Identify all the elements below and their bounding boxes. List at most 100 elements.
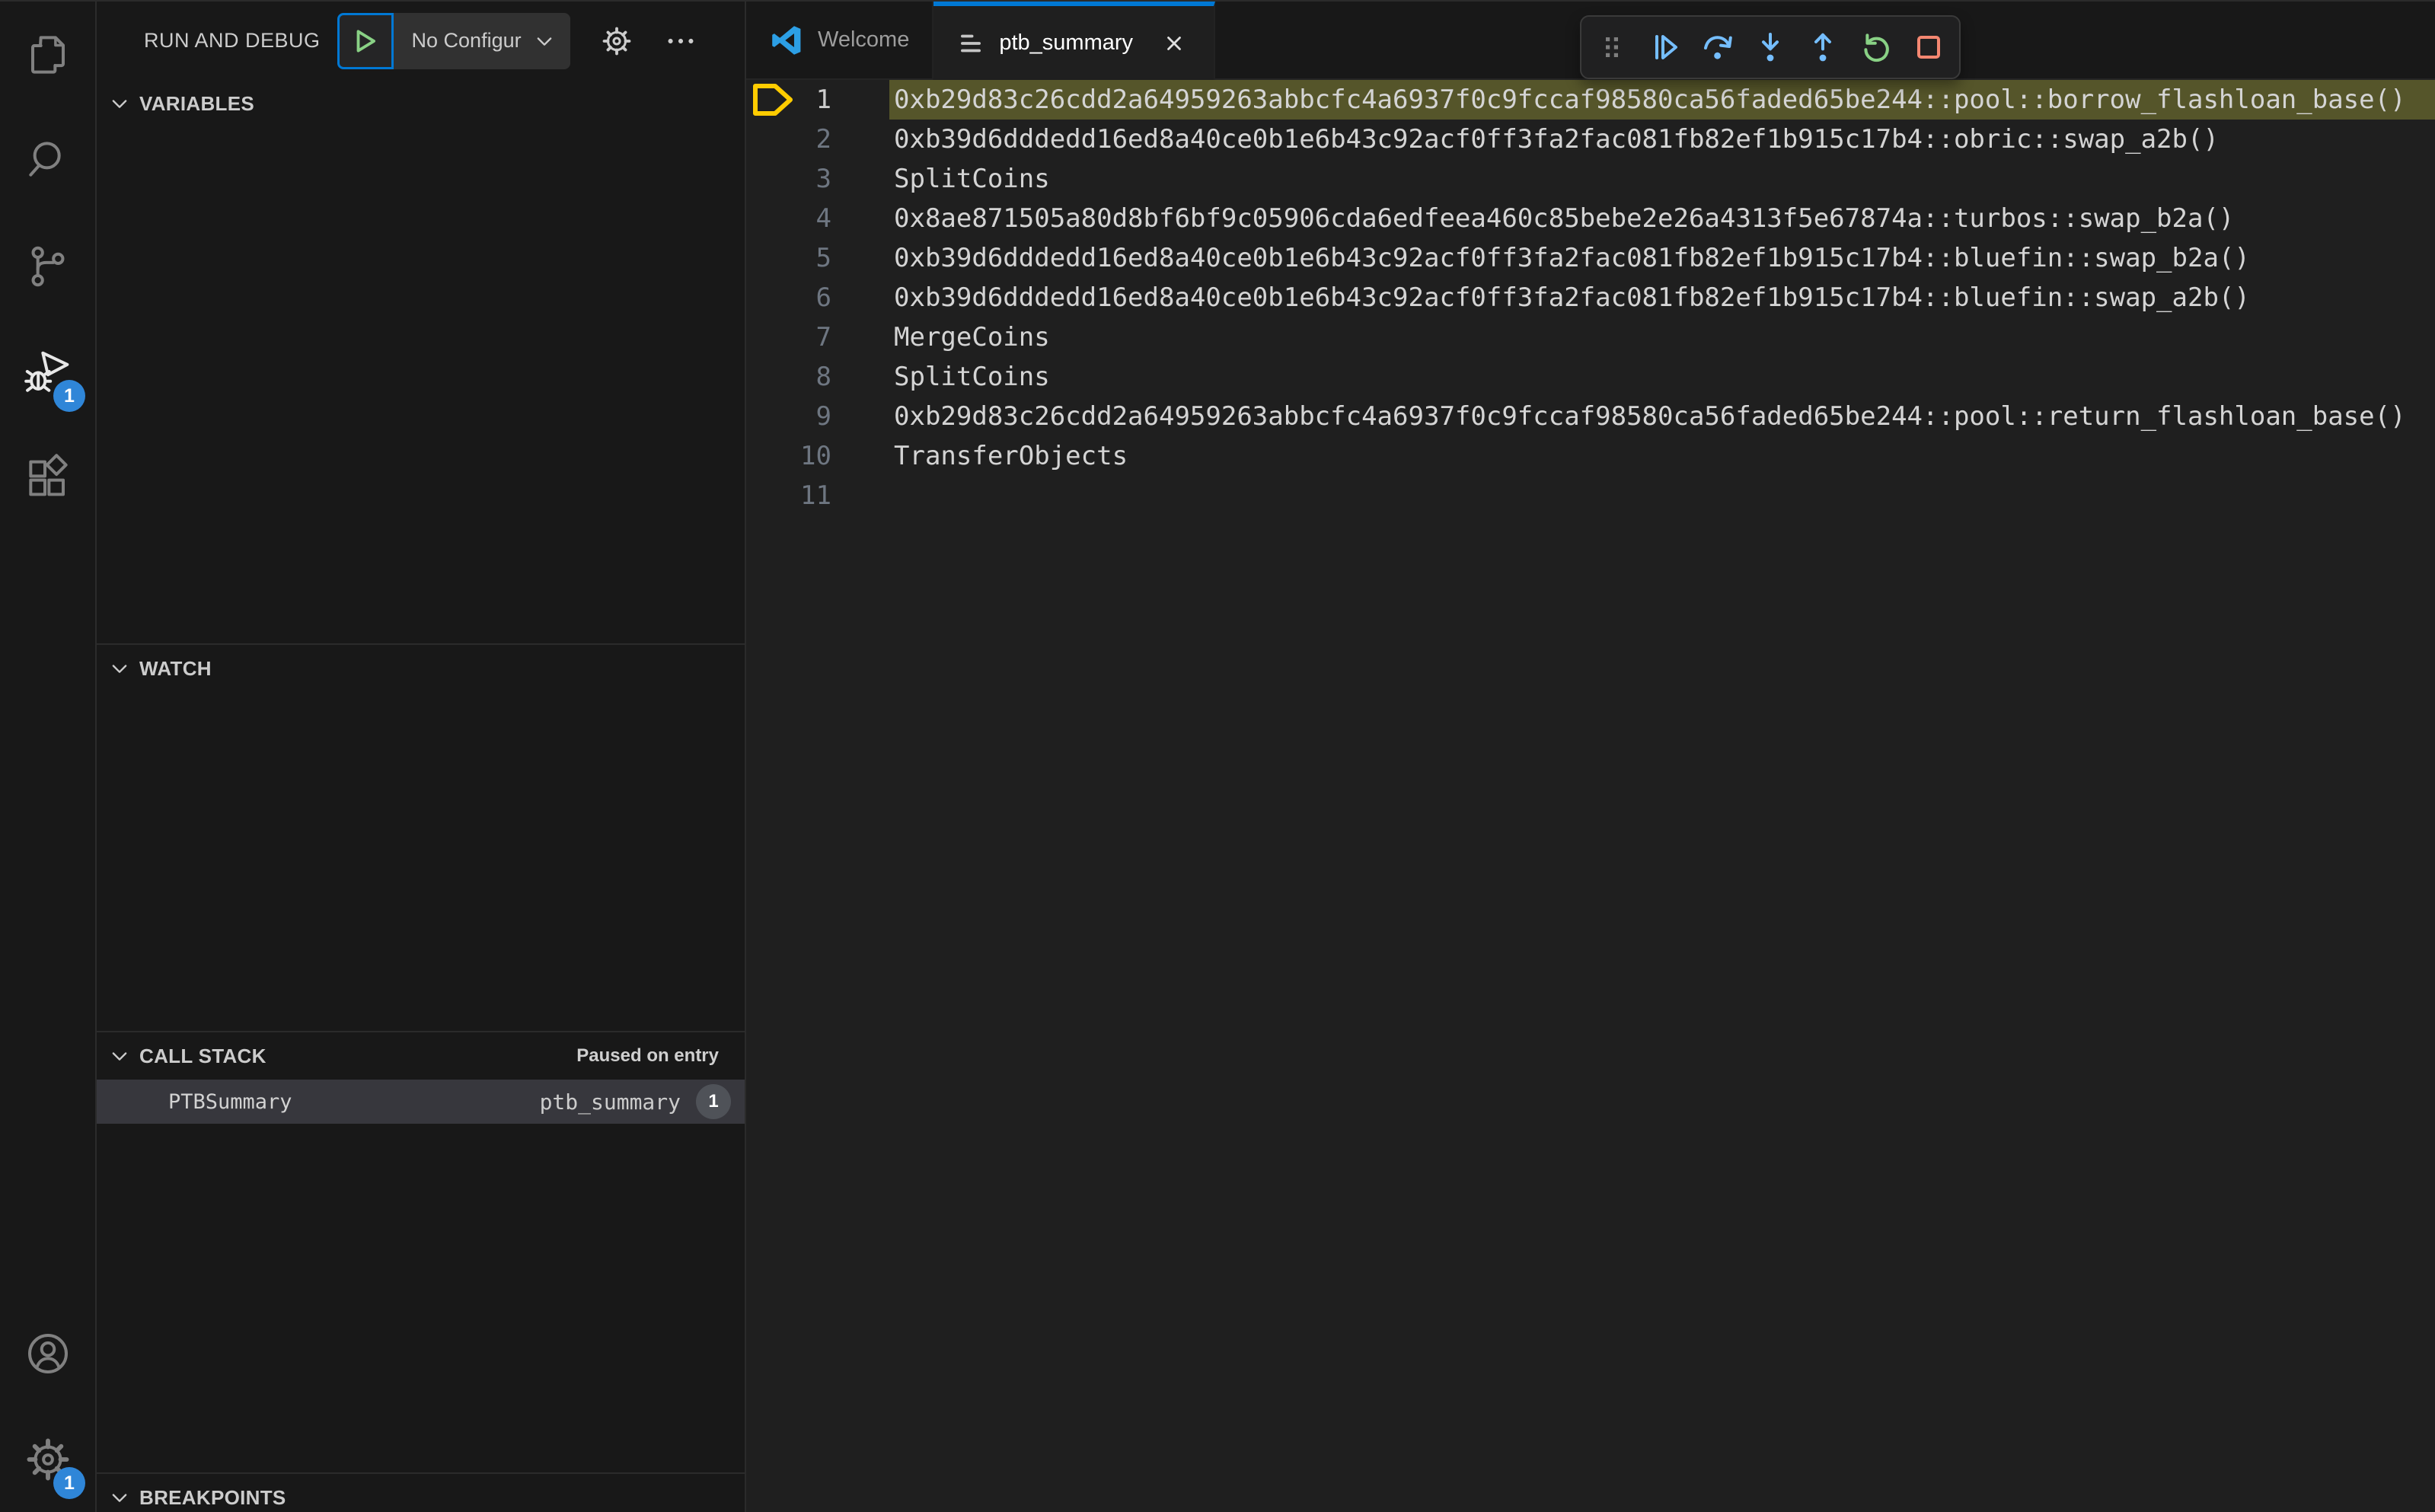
watch-section-header[interactable]: WATCH <box>97 645 745 692</box>
views-more-actions-button[interactable] <box>663 24 698 59</box>
gutter-line-5[interactable]: 5 <box>746 238 889 278</box>
frame-file: ptb_summary <box>539 1089 681 1115</box>
line-text[interactable]: 0xb29d83c26cdd2a64959263abbcfc4a6937f0c9… <box>889 397 2435 436</box>
breakpoints-section: BREAKPOINTS <box>97 1472 745 1512</box>
line-text[interactable]: TransferObjects <box>889 436 2435 476</box>
gutter-line-9[interactable]: 9 <box>746 397 889 436</box>
continue-button[interactable] <box>1643 25 1687 69</box>
line-number: 5 <box>815 243 831 273</box>
frame-badge: 1 <box>696 1084 731 1119</box>
line-text[interactable]: 0x8ae871505a80d8bf6bf9c05906cda6edfeea46… <box>889 199 2435 238</box>
gutter-line-7[interactable]: 7 <box>746 317 889 357</box>
restart-icon <box>1863 33 1889 62</box>
line-text[interactable]: 0xb39d6dddedd16ed8a40ce0b1e6b43c92acf0ff… <box>889 278 2435 317</box>
stop-button[interactable] <box>1907 25 1951 69</box>
activity-item-search[interactable] <box>0 107 95 213</box>
stop-icon <box>1916 36 1940 59</box>
line-text[interactable] <box>889 476 2435 515</box>
line-text[interactable]: SplitCoins <box>889 159 2435 199</box>
tab-ptb-summary[interactable]: ptb_summary <box>933 2 1216 80</box>
tab-label: Welcome <box>818 27 910 52</box>
code-line-10: 10 TransferObjects <box>746 436 2435 476</box>
sidebar-header: RUN AND DEBUG No Configur <box>97 2 745 80</box>
line-number: 3 <box>815 164 831 194</box>
line-text[interactable]: MergeCoins <box>889 317 2435 357</box>
code-line-3: 3 SplitCoins <box>746 159 2435 199</box>
line-number: 10 <box>800 441 831 471</box>
line-text[interactable]: SplitCoins <box>889 357 2435 397</box>
code-line-2: 2 0xb39d6dddedd16ed8a40ce0b1e6b43c92acf0… <box>746 120 2435 159</box>
grip-dots-icon <box>1606 37 1619 57</box>
gutter-line-6[interactable]: 6 <box>746 278 889 317</box>
line-number: 8 <box>815 362 831 392</box>
tab-close-button[interactable] <box>1157 27 1191 60</box>
step-out-button[interactable] <box>1801 25 1845 69</box>
call-stack-frame-row[interactable]: PTBSummary ptb_summary 1 <box>97 1080 745 1124</box>
line-text[interactable]: 0xb29d83c26cdd2a64959263abbcfc4a6937f0c9… <box>889 80 2435 120</box>
activity-item-accounts[interactable] <box>0 1300 95 1406</box>
tab-label: ptb_summary <box>999 30 1134 55</box>
gutter-line-4[interactable]: 4 <box>746 199 889 238</box>
variables-section: VARIABLES <box>97 80 745 643</box>
code-line-1: 1 0xb29d83c26cdd2a64959263abbcfc4a6937f0… <box>746 80 2435 120</box>
frame-name: PTBSummary <box>168 1089 292 1114</box>
code-line-4: 4 0x8ae871505a80d8bf6bf9c05906cda6edfeea… <box>746 199 2435 238</box>
chevron-down-icon <box>112 1494 127 1502</box>
chevron-down-icon <box>537 37 551 46</box>
call-stack-section-title: CALL STACK <box>139 1044 266 1067</box>
restart-button[interactable] <box>1854 25 1898 69</box>
line-text[interactable]: 0xb39d6dddedd16ed8a40ce0b1e6b43c92acf0ff… <box>889 238 2435 278</box>
breakpoints-section-header[interactable]: BREAKPOINTS <box>97 1474 745 1512</box>
gutter-line-1[interactable]: 1 <box>746 80 889 120</box>
chevron-down-icon <box>112 100 127 108</box>
gutter-line-11[interactable]: 11 <box>746 476 889 515</box>
configuration-dropdown[interactable]: No Configur <box>393 12 570 69</box>
chevron-down-icon <box>112 665 127 673</box>
continue-icon <box>1655 35 1677 59</box>
watch-section-title: WATCH <box>139 656 212 680</box>
step-into-icon <box>1762 33 1779 62</box>
tab-welcome[interactable]: Welcome <box>746 2 934 80</box>
ellipsis-icon <box>668 38 694 43</box>
vscode-window: 1 1 RUN AND DEBUG No Configur VARIABLES … <box>0 0 2435 1512</box>
launch-configuration-group: No Configur <box>337 12 570 69</box>
sidebar-title: RUN AND DEBUG <box>144 29 321 52</box>
line-number: 7 <box>815 322 831 352</box>
run-and-debug-sidebar: RUN AND DEBUG No Configur VARIABLES WATC… <box>97 2 746 1512</box>
code-line-9: 9 0xb29d83c26cdd2a64959263abbcfc4a6937f0… <box>746 397 2435 436</box>
debug-toolbar <box>1580 15 1961 79</box>
activity-item-settings[interactable]: 1 <box>0 1406 95 1512</box>
step-into-button[interactable] <box>1748 25 1792 69</box>
code-editor: 1 0xb29d83c26cdd2a64959263abbcfc4a6937f0… <box>746 80 2435 1512</box>
close-icon <box>1167 36 1181 50</box>
gutter-line-3[interactable]: 3 <box>746 159 889 199</box>
gutter-line-2[interactable]: 2 <box>746 120 889 159</box>
activity-item-source-control[interactable] <box>0 213 95 319</box>
files-icon <box>30 35 65 74</box>
call-stack-section-header[interactable]: CALL STACK Paused on entry <box>97 1032 745 1080</box>
activity-item-run-and-debug[interactable]: 1 <box>0 319 95 425</box>
gutter-line-8[interactable]: 8 <box>746 357 889 397</box>
code-line-5: 5 0xb39d6dddedd16ed8a40ce0b1e6b43c92acf0… <box>746 238 2435 278</box>
breakpoints-section-title: BREAKPOINTS <box>139 1485 286 1509</box>
toolbar-drag-grip[interactable] <box>1590 25 1634 69</box>
list-icon <box>961 34 981 52</box>
start-debugging-button[interactable] <box>337 12 394 69</box>
activity-item-extensions[interactable] <box>0 425 95 531</box>
step-over-button[interactable] <box>1696 25 1740 69</box>
variables-section-title: VARIABLES <box>139 91 255 115</box>
activity-bar: 1 1 <box>0 2 97 1512</box>
call-stack-section: CALL STACK Paused on entry PTBSummary pt… <box>97 1031 745 1472</box>
chevron-down-icon <box>112 1052 127 1061</box>
line-number: 6 <box>815 282 831 313</box>
variables-section-header[interactable]: VARIABLES <box>97 80 745 127</box>
code-line-7: 7 MergeCoins <box>746 317 2435 357</box>
gutter-line-10[interactable]: 10 <box>746 436 889 476</box>
line-text[interactable]: 0xb39d6dddedd16ed8a40ce0b1e6b43c92acf0ff… <box>889 120 2435 159</box>
activity-item-explorer[interactable] <box>0 2 95 107</box>
editor-area: Welcome ptb_summary 1 0xb29d83c26cdd2a64… <box>746 2 2435 1512</box>
extensions-icon <box>28 453 68 496</box>
code-line-6: 6 0xb39d6dddedd16ed8a40ce0b1e6b43c92acf0… <box>746 278 2435 317</box>
play-icon <box>356 29 375 53</box>
debug-settings-button[interactable] <box>599 24 634 59</box>
